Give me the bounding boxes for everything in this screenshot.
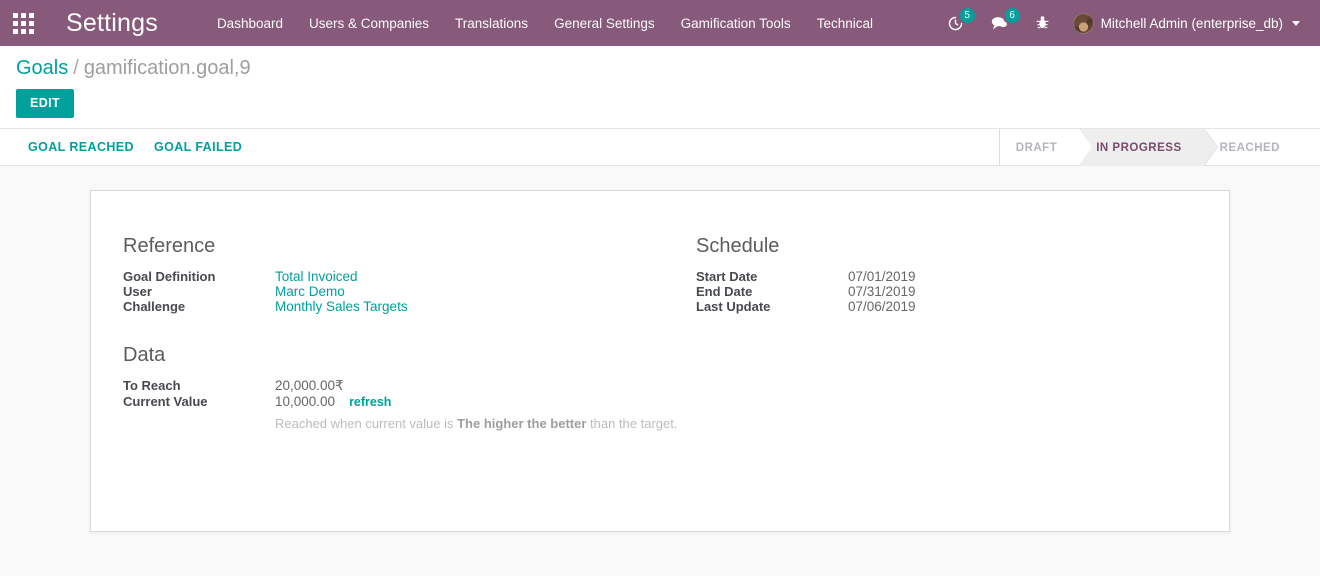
app-brand-title: Settings	[66, 8, 158, 37]
label-current-value: Current Value	[123, 394, 208, 409]
goal-reached-button[interactable]: GOAL REACHED	[18, 135, 144, 159]
schedule-group: Schedule Start Date 07/01/2019 End Date …	[660, 235, 1197, 314]
status-arrow-shape	[1204, 129, 1218, 165]
field-row-to-reach: To Reach 20,000.00₹	[123, 378, 391, 394]
user-name-label: Mitchell Admin (enterprise_db)	[1100, 15, 1283, 31]
status-pill-reached[interactable]: REACHED	[1204, 129, 1302, 166]
edit-button[interactable]: EDIT	[16, 89, 75, 118]
value-challenge-link[interactable]: Monthly Sales Targets	[275, 299, 408, 314]
bug-icon	[1036, 16, 1048, 29]
schedule-fields-table: Start Date 07/01/2019 End Date 07/31/201…	[696, 269, 916, 314]
status-pill-draft-label: DRAFT	[1015, 141, 1058, 154]
data-fields-table: To Reach 20,000.00₹ Current Value 10,000…	[123, 378, 391, 409]
navbar-right-zone: 5 6 Mitchell Admin (enterprise_db)	[934, 0, 1320, 46]
label-start-date: Start Date	[696, 269, 758, 284]
field-row-last-update: Last Update 07/06/2019	[696, 299, 916, 314]
refresh-link[interactable]: refresh	[349, 395, 391, 409]
menu-item-translations[interactable]: Translations	[442, 10, 541, 37]
field-row-current-value: Current Value 10,000.00 refresh	[123, 394, 391, 409]
menu-item-general-settings[interactable]: General Settings	[541, 10, 668, 37]
status-pill-in-progress[interactable]: IN PROGRESS	[1080, 129, 1218, 166]
status-pill-in-progress-label: IN PROGRESS	[1096, 141, 1182, 154]
value-last-update: 07/06/2019	[848, 299, 916, 314]
reference-fields-table: Goal Definition Total Invoiced User Marc…	[123, 269, 408, 314]
activities-badge: 5	[959, 8, 975, 23]
value-goal-definition-cell: Total Invoiced	[275, 269, 408, 284]
chevron-down-icon	[1292, 20, 1300, 26]
field-row-start-date: Start Date 07/01/2019	[696, 269, 916, 284]
value-current-value: 10,000.00	[275, 394, 336, 409]
goal-failed-button[interactable]: GOAL FAILED	[144, 135, 252, 159]
value-start-date: 07/01/2019	[848, 269, 916, 284]
help-text-bold: The higher the better	[457, 416, 587, 431]
breadcrumb-current-record: gamification.goal,9	[83, 57, 251, 79]
label-user: User	[123, 284, 152, 299]
field-row-challenge: Challenge Monthly Sales Targets	[123, 299, 408, 314]
data-group-title: Data	[123, 344, 166, 366]
reference-group: Reference Goal Definition Total Invoiced…	[123, 235, 660, 314]
label-to-reach: To Reach	[123, 378, 181, 393]
main-menu: Dashboard Users & Companies Translations…	[204, 10, 886, 37]
value-to-reach: 20,000.00₹	[275, 378, 344, 393]
value-challenge-cell: Monthly Sales Targets	[275, 299, 408, 314]
status-button-row: GOAL REACHED GOAL FAILED DRAFT IN PROGRE…	[0, 129, 1320, 166]
menu-item-dashboard[interactable]: Dashboard	[204, 10, 296, 37]
debug-menu-button[interactable]	[1022, 0, 1063, 46]
value-end-date: 07/31/2019	[848, 284, 916, 299]
label-last-update: Last Update	[696, 299, 771, 314]
data-help-text: Reached when current value is The higher…	[275, 416, 1197, 431]
value-user-cell: Marc Demo	[275, 284, 408, 299]
breadcrumb-goals-link[interactable]: Goals	[16, 57, 68, 79]
schedule-group-title: Schedule	[696, 235, 780, 257]
status-pill-draft[interactable]: DRAFT	[1000, 129, 1093, 166]
status-pill-reached-label: REACHED	[1219, 141, 1280, 154]
messages-menu-button[interactable]: 6	[977, 0, 1022, 46]
menu-item-users-companies[interactable]: Users & Companies	[296, 10, 442, 37]
help-text-prefix: Reached when current value is	[275, 416, 458, 431]
field-row-end-date: End Date 07/31/2019	[696, 284, 916, 299]
messages-badge: 6	[1004, 8, 1020, 23]
label-end-date: End Date	[696, 284, 753, 299]
reference-group-title: Reference	[123, 235, 216, 257]
breadcrumb: Goals / gamification.goal,9	[16, 46, 1304, 80]
apps-grid-icon	[12, 12, 34, 34]
control-panel: Goals/gamification.goal,9 EDIT Action 1 …	[0, 46, 1320, 151]
breadcrumb-separator: /	[73, 57, 79, 79]
field-row-goal-definition: Goal Definition Total Invoiced	[123, 269, 408, 284]
apps-menu-button[interactable]	[0, 0, 46, 46]
form-top-groups: Reference Goal Definition Total Invoiced…	[123, 235, 1197, 314]
value-goal-definition-link[interactable]: Total Invoiced	[275, 269, 358, 284]
help-text-suffix: than the target.	[586, 416, 678, 431]
user-avatar	[1072, 12, 1094, 34]
value-current-value-cell: 10,000.00 refresh	[275, 394, 391, 409]
form-background: Reference Goal Definition Total Invoiced…	[0, 166, 1320, 576]
top-navbar: Settings Dashboard Users & Companies Tra…	[0, 0, 1320, 46]
label-challenge: Challenge	[123, 299, 186, 314]
activities-menu-button[interactable]: 5	[934, 0, 977, 46]
data-group: Data To Reach 20,000.00₹ Current Value 1…	[123, 344, 1197, 431]
user-menu-button[interactable]: Mitchell Admin (enterprise_db)	[1063, 0, 1306, 46]
menu-item-technical[interactable]: Technical	[804, 10, 886, 37]
label-goal-definition: Goal Definition	[123, 269, 216, 284]
value-user-link[interactable]: Marc Demo	[275, 284, 345, 299]
form-sheet: Reference Goal Definition Total Invoiced…	[90, 190, 1230, 532]
menu-item-gamification-tools[interactable]: Gamification Tools	[668, 10, 804, 37]
status-bar: DRAFT IN PROGRESS REACHED	[998, 129, 1302, 166]
field-row-user: User Marc Demo	[123, 284, 408, 299]
